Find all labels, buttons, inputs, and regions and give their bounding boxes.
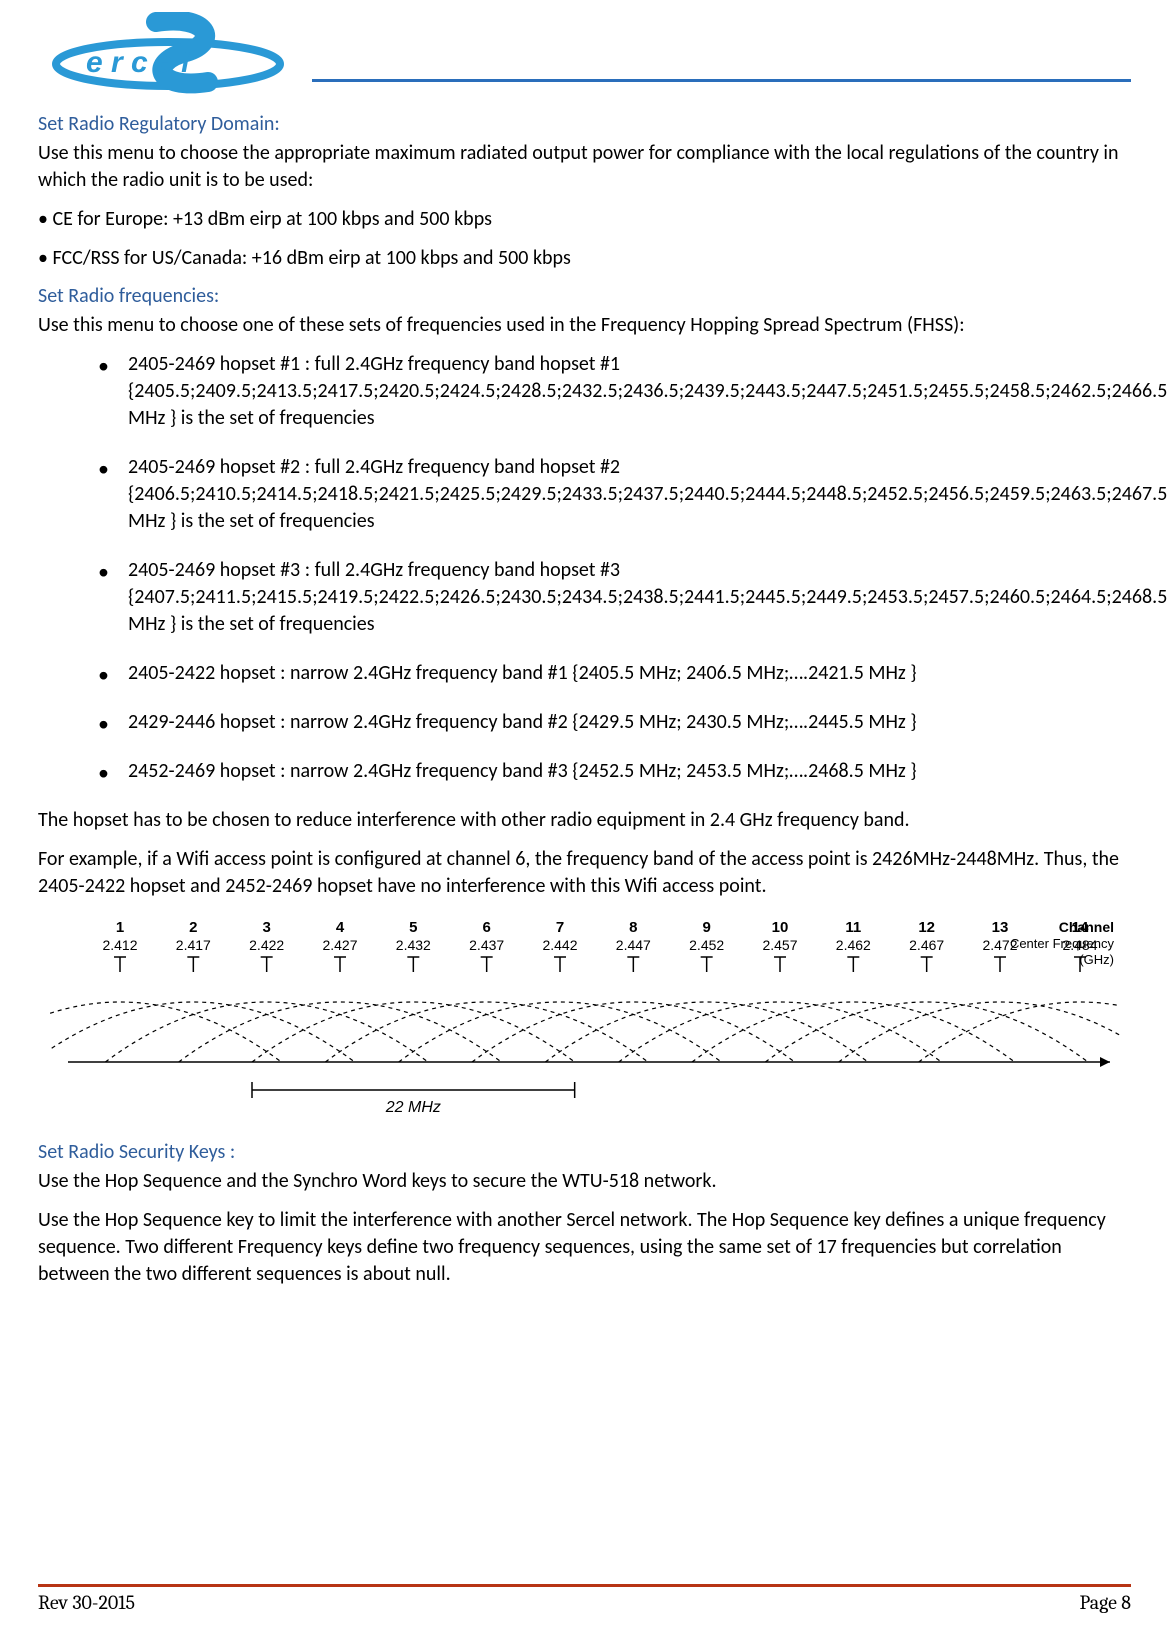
- frequencies-intro: Use this menu to choose one of these set…: [38, 312, 1131, 339]
- footer-page: Page 8: [1079, 1591, 1131, 1614]
- svg-text:2: 2: [189, 919, 197, 936]
- svg-text:2.417: 2.417: [175, 937, 210, 953]
- svg-text:10: 10: [771, 919, 788, 936]
- list-item: 2405-2469 hopset #2 : full 2.4GHz freque…: [98, 454, 1131, 535]
- list-item: 2429-2446 hopset : narrow 2.4GHz frequen…: [98, 709, 1131, 736]
- svg-text:(GHz): (GHz): [1079, 952, 1114, 967]
- regulatory-fcc: • FCC/RSS for US/Canada: +16 dBm eirp at…: [38, 245, 1131, 272]
- svg-text:1: 1: [115, 919, 123, 936]
- svg-text:12: 12: [918, 919, 935, 936]
- svg-text:22 MHz: 22 MHz: [384, 1099, 440, 1116]
- svg-text:4: 4: [335, 919, 344, 936]
- hopset-list: 2405-2469 hopset #1 : full 2.4GHz freque…: [38, 351, 1131, 785]
- svg-text:2.452: 2.452: [689, 937, 724, 953]
- svg-text:Channel: Channel: [1058, 919, 1113, 935]
- header-rule: [312, 79, 1131, 82]
- list-item: 2405-2469 hopset #1 : full 2.4GHz freque…: [98, 351, 1131, 432]
- svg-text:5: 5: [409, 919, 417, 936]
- security-p2: Use the Hop Sequence key to limit the in…: [38, 1207, 1131, 1288]
- footer-rev: Rev 30-2015: [38, 1591, 135, 1614]
- svg-text:13: 13: [991, 919, 1008, 936]
- footer-rule: [38, 1584, 1131, 1587]
- list-item: 2452-2469 hopset : narrow 2.4GHz frequen…: [98, 758, 1131, 785]
- svg-text:8: 8: [629, 919, 637, 936]
- wifi-channel-diagram: 12.41222.41732.42242.42752.43262.43772.4…: [50, 912, 1120, 1122]
- svg-text:3: 3: [262, 919, 270, 936]
- svg-text:2.442: 2.442: [542, 937, 577, 953]
- regulatory-ce: • CE for Europe: +13 dBm eirp at 100 kbp…: [38, 206, 1131, 233]
- hopset-note-2: For example, if a Wifi access point is c…: [38, 846, 1131, 900]
- regulatory-intro: Use this menu to choose the appropriate …: [38, 140, 1131, 194]
- svg-text:2.427: 2.427: [322, 937, 357, 953]
- list-item: 2405-2422 hopset : narrow 2.4GHz frequen…: [98, 660, 1131, 687]
- logo: e r c e l: [38, 12, 298, 100]
- svg-text:2.432: 2.432: [395, 937, 430, 953]
- svg-text:9: 9: [702, 919, 710, 936]
- svg-text:2.462: 2.462: [835, 937, 870, 953]
- section-title-security: Set Radio Security Keys :: [38, 1140, 1131, 1164]
- svg-text:7: 7: [555, 919, 563, 936]
- page-footer: Rev 30-2015 Page 8: [38, 1584, 1131, 1614]
- svg-text:Center Frequency: Center Frequency: [1009, 936, 1114, 951]
- svg-text:2.412: 2.412: [102, 937, 137, 953]
- section-title-frequencies: Set Radio frequencies:: [38, 284, 1131, 308]
- svg-text:11: 11: [845, 919, 861, 936]
- page-header: e r c e l: [38, 12, 1131, 100]
- svg-text:e r c e l: e r c e l: [86, 46, 190, 79]
- list-item: 2405-2469 hopset #3 : full 2.4GHz freque…: [98, 557, 1131, 638]
- section-title-regulatory: Set Radio Regulatory Domain:: [38, 112, 1131, 136]
- svg-text:2.457: 2.457: [762, 937, 797, 953]
- svg-text:2.437: 2.437: [469, 937, 504, 953]
- svg-text:2.467: 2.467: [909, 937, 944, 953]
- svg-text:2.447: 2.447: [615, 937, 650, 953]
- security-p1: Use the Hop Sequence and the Synchro Wor…: [38, 1168, 1131, 1195]
- hopset-note-1: The hopset has to be chosen to reduce in…: [38, 807, 1131, 834]
- svg-text:2.422: 2.422: [249, 937, 284, 953]
- svg-text:6: 6: [482, 919, 490, 936]
